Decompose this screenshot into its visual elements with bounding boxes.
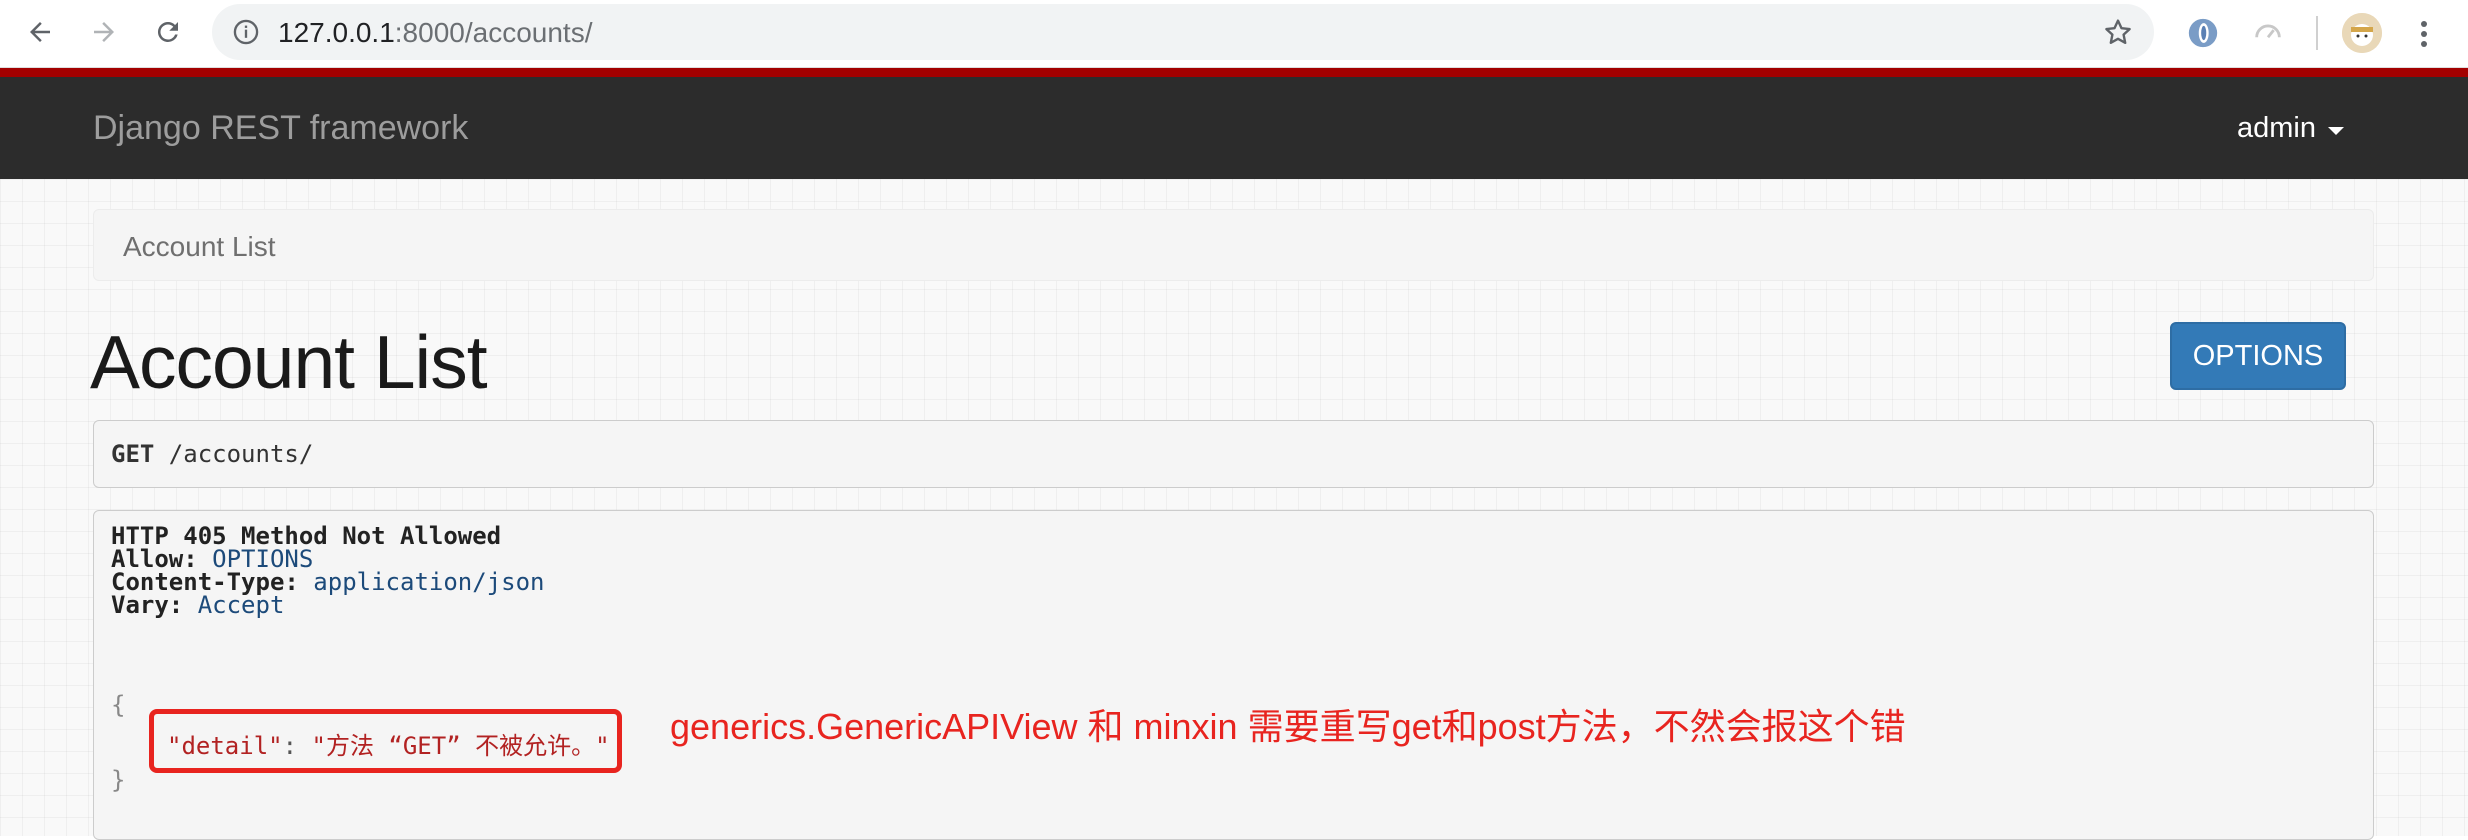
menu-dots-icon[interactable] xyxy=(2412,14,2436,54)
page-content: Account List Account List OPTIONS GET /a… xyxy=(0,179,2468,840)
url-path: :8000/accounts/ xyxy=(394,17,593,48)
json-open-brace: { xyxy=(111,691,126,719)
url-text: 127.0.0.1:8000/accounts/ xyxy=(278,17,592,49)
info-icon[interactable] xyxy=(232,18,260,46)
highlight-box xyxy=(149,709,622,773)
address-bar[interactable]: 127.0.0.1:8000/accounts/ xyxy=(212,4,2154,60)
header-value: Accept xyxy=(197,591,285,619)
profile-avatar-icon xyxy=(2342,13,2382,53)
header-value: application/json xyxy=(313,568,545,596)
response-header: Vary: Accept xyxy=(111,591,284,619)
extension-icon[interactable] xyxy=(2251,16,2285,50)
back-button[interactable] xyxy=(18,10,62,54)
toolbar-separator xyxy=(2316,16,2318,50)
forward-arrow-icon xyxy=(94,22,114,42)
caret-down-icon xyxy=(2328,126,2344,135)
url-host: 127.0.0.1 xyxy=(278,17,395,48)
brand-link[interactable]: Django REST framework xyxy=(93,109,468,148)
page-title: Account List xyxy=(90,320,488,404)
header-name: Vary: xyxy=(111,591,184,619)
options-button[interactable]: OPTIONS xyxy=(2170,322,2346,390)
request-path: /accounts/ xyxy=(154,440,314,468)
navbar: Django REST framework admin xyxy=(0,77,2468,179)
request-info: GET /accounts/ xyxy=(93,420,2374,488)
accent-bar xyxy=(0,68,2468,77)
star-icon[interactable] xyxy=(2102,16,2134,48)
browser-toolbar: 127.0.0.1:8000/accounts/ xyxy=(0,0,2468,68)
reload-button[interactable] xyxy=(146,10,190,54)
forward-button[interactable] xyxy=(82,10,126,54)
reload-icon xyxy=(157,21,178,42)
extension-icon[interactable] xyxy=(2186,16,2220,50)
breadcrumb-item: Account List xyxy=(123,231,276,262)
user-menu-label: admin xyxy=(2237,112,2316,144)
avatar[interactable] xyxy=(2342,13,2382,53)
request-method: GET xyxy=(111,440,155,468)
response-info: HTTP 405 Method Not Allowed Allow: OPTIO… xyxy=(93,510,2374,840)
back-arrow-icon xyxy=(30,22,50,42)
breadcrumb: Account List xyxy=(93,209,2374,281)
user-menu[interactable]: admin xyxy=(2237,112,2344,145)
annotation-text: generics.GenericAPIView 和 minxin 需要重写get… xyxy=(670,706,1906,747)
json-close-brace: } xyxy=(111,766,126,794)
